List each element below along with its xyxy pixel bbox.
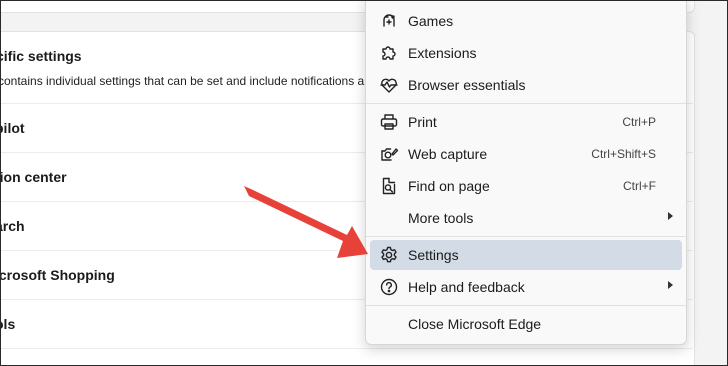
settings-row-copilot[interactable]: pilot <box>1 120 25 136</box>
settings-row-action-center[interactable]: tion center <box>1 169 67 185</box>
menu-item-label: Help and feedback <box>408 279 525 295</box>
menu-item-close-microsoft-edge[interactable]: Close Microsoft Edge <box>370 309 682 339</box>
menu-item-more-tools[interactable]: More tools <box>370 203 682 233</box>
menu-item-label: Close Microsoft Edge <box>408 316 542 332</box>
help-icon <box>379 277 399 297</box>
shortcut-text: Ctrl+P <box>622 115 656 129</box>
menu-item-help-and-feedback[interactable]: Help and feedback <box>370 272 682 302</box>
menu-item-label: More tools <box>408 210 474 226</box>
menu-item-label: Settings <box>408 247 459 263</box>
submenu-arrow-icon <box>668 212 673 220</box>
menu-item-games[interactable]: Games <box>370 6 682 36</box>
row-divider <box>1 348 693 349</box>
submenu-arrow-icon <box>668 281 673 289</box>
section-description: contains individual settings that can be… <box>0 74 365 88</box>
menu-item-label: Browser essentials <box>408 77 526 93</box>
menu-item-label: Find on page <box>408 178 490 194</box>
menu-item-label: Games <box>408 13 454 29</box>
menu-item-find-on-page[interactable]: Find on page Ctrl+F <box>370 171 682 201</box>
menu-item-print[interactable]: Print Ctrl+P <box>370 107 682 137</box>
menu-separator <box>366 305 686 306</box>
section-title: cific settings <box>0 48 82 64</box>
shortcut-text: Ctrl+Shift+S <box>591 147 656 161</box>
menu-item-label: Print <box>408 114 437 130</box>
screenshot-frame: cific settings contains individual setti… <box>0 0 728 366</box>
menu-separator <box>366 103 686 104</box>
web-capture-icon <box>379 144 399 164</box>
menu-item-browser-essentials[interactable]: Browser essentials <box>370 70 682 100</box>
menu-item-web-capture[interactable]: Web capture Ctrl+Shift+S <box>370 139 682 169</box>
menu-item-extensions[interactable]: Extensions <box>370 38 682 68</box>
settings-row-microsoft-shopping[interactable]: icrosoft Shopping <box>1 267 115 283</box>
menu-item-label: Web capture <box>408 146 488 162</box>
menu-item-label: Extensions <box>408 45 477 61</box>
printer-icon <box>379 112 399 132</box>
games-icon <box>379 11 399 31</box>
menu-item-settings[interactable]: Settings <box>370 240 682 270</box>
find-on-page-icon <box>379 176 399 196</box>
extensions-icon <box>379 43 399 63</box>
edge-settings-menu: Games Extensions Browser essentials Prin… <box>365 1 687 345</box>
settings-row-tools[interactable]: ols <box>1 316 15 332</box>
menu-separator <box>366 236 686 237</box>
gear-icon <box>379 245 399 265</box>
heart-pulse-icon <box>379 75 399 95</box>
shortcut-text: Ctrl+F <box>623 179 656 193</box>
settings-row-search[interactable]: arch <box>1 218 25 234</box>
